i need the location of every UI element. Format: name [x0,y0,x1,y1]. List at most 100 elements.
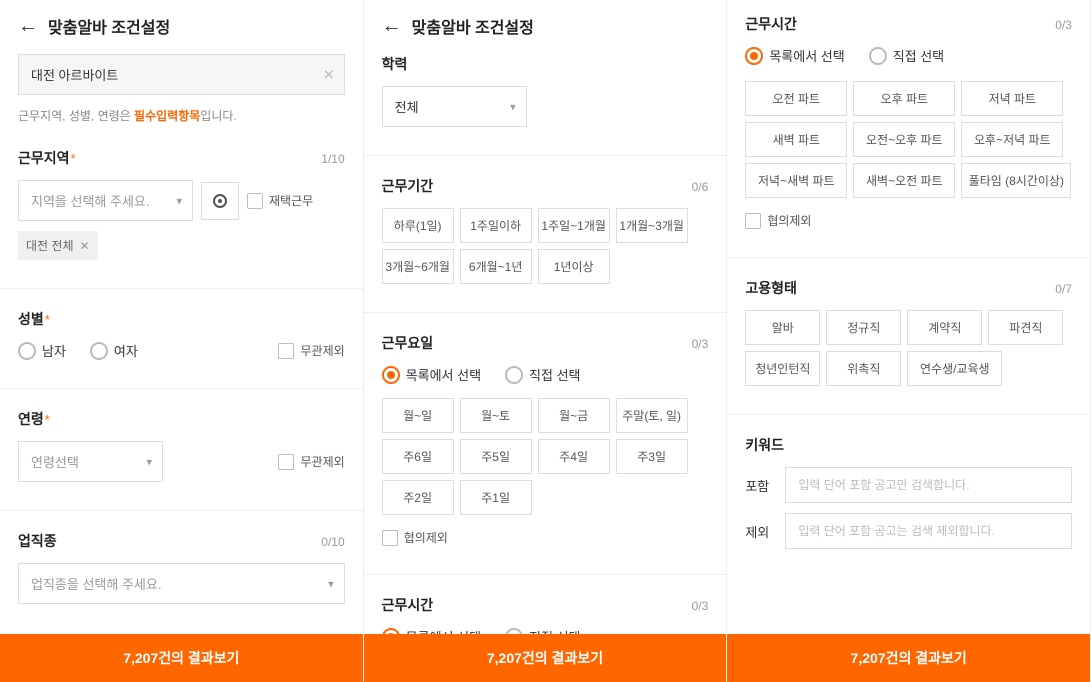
note-suffix: 입니다. [200,109,236,123]
location-button[interactable] [201,182,239,220]
remote-checkbox[interactable]: 재택근무 [247,192,313,209]
period-title: 근무기간 [382,176,434,196]
hour-chip[interactable]: 새벽~오전 파트 [853,163,955,198]
days-title: 근무요일 [382,333,434,353]
education-select[interactable]: 전체 [382,86,527,127]
divider [364,574,727,575]
hour-chip[interactable]: 저녁 파트 [961,81,1063,116]
hour-chip[interactable]: 저녁~새벽 파트 [745,163,847,198]
day-chip[interactable]: 주1일 [460,480,532,515]
required-note: 근무지역, 성별, 연령은 필수입력항목입니다. [18,107,345,124]
submit-button[interactable]: 7,207건의 결과보기 [0,634,363,682]
gender-male-radio[interactable]: 남자 [18,341,66,360]
search-input[interactable] [18,54,345,95]
radio-icon [18,342,36,360]
search-box: ✕ [18,54,345,95]
day-chip[interactable]: 월~토 [460,398,532,433]
day-chip[interactable]: 주6일 [382,439,454,474]
day-chip[interactable]: 월~금 [538,398,610,433]
section-region: 근무지역* 1/10 지역을 선택해 주세요. 재택근무 대전 전체 ✕ [18,148,345,260]
employment-chip[interactable]: 계약직 [907,310,982,345]
hours-counter: 0/3 [1055,18,1072,32]
day-chip[interactable]: 주4일 [538,439,610,474]
scroll-area[interactable]: 근무시간 0/3 목록에서 선택 직접 선택 오전 파트 오후 파트 저녁 파트… [727,0,1090,682]
employment-chip[interactable]: 위촉직 [826,351,901,386]
period-chip[interactable]: 1년이상 [538,249,610,284]
back-arrow-icon[interactable]: ← [382,15,402,38]
submit-button[interactable]: 7,207건의 결과보기 [727,634,1090,682]
tag-remove-icon[interactable]: ✕ [80,239,90,253]
checkbox-icon [745,213,761,229]
gender-female-radio[interactable]: 여자 [90,341,138,360]
hours-mode-direct-radio[interactable]: 직접 선택 [869,46,944,65]
required-star: * [45,312,50,327]
keyword-exclude-input[interactable] [785,513,1072,549]
hour-chip[interactable]: 오후 파트 [853,81,955,116]
region-title: 근무지역 [18,150,70,166]
hour-chip[interactable]: 오전 파트 [745,81,847,116]
page-title: 맞춤알바 조건설정 [48,14,170,38]
days-mode-list-radio[interactable]: 목록에서 선택 [382,365,481,384]
jobtype-select[interactable]: 업직종을 선택해 주세요. [18,563,345,604]
days-counter: 0/3 [692,337,709,351]
day-chip[interactable]: 주5일 [460,439,532,474]
employment-chip[interactable]: 알바 [745,310,820,345]
days-mode-direct-radio[interactable]: 직접 선택 [505,365,580,384]
male-label: 남자 [42,341,66,360]
required-star: * [71,151,76,166]
period-chip[interactable]: 1개월~3개월 [616,208,688,243]
hour-chip[interactable]: 오전~오후 파트 [853,122,955,157]
region-tag: 대전 전체 ✕ [18,231,98,260]
hour-chip[interactable]: 새벽 파트 [745,122,847,157]
mode-direct-label: 직접 선택 [529,365,580,384]
day-chip[interactable]: 월~일 [382,398,454,433]
hours-mode-list-radio[interactable]: 목록에서 선택 [745,46,844,65]
jobtype-title: 업직종 [18,531,57,551]
employment-chip[interactable]: 파견직 [988,310,1063,345]
divider [0,510,363,511]
education-title: 학력 [382,54,408,74]
period-chip[interactable]: 1주일이하 [460,208,532,243]
age-any-checkbox[interactable]: 무관제외 [278,453,344,470]
section-hours: 근무시간 0/3 목록에서 선택 직접 선택 오전 파트 오후 파트 저녁 파트… [745,14,1072,229]
hour-chip[interactable]: 풀타임 (8시간이상) [961,163,1071,198]
day-chip[interactable]: 주3일 [616,439,688,474]
keyword-include-input[interactable] [785,467,1072,503]
submit-button[interactable]: 7,207건의 결과보기 [364,634,727,682]
checkbox-icon [247,193,263,209]
checkbox-icon [278,454,294,470]
clear-icon[interactable]: ✕ [323,66,335,83]
age-select[interactable]: 연령선택 [18,441,163,482]
day-chip[interactable]: 주2일 [382,480,454,515]
radio-icon [505,366,523,384]
note-required: 필수입력항목 [134,109,200,123]
section-days: 근무요일 0/3 목록에서 선택 직접 선택 월~일 월~토 월~금 주말(토,… [382,333,709,546]
period-chip[interactable]: 3개월~6개월 [382,249,454,284]
employment-chip[interactable]: 청년인턴직 [745,351,820,386]
employment-chip[interactable]: 정규직 [826,310,901,345]
hours-title: 근무시간 [382,595,434,615]
hours-counter: 0/3 [692,599,709,613]
remote-label: 재택근무 [269,192,313,209]
mode-direct-label: 직접 선택 [893,46,944,65]
period-chip[interactable]: 6개월~1년 [460,249,532,284]
gender-any-checkbox[interactable]: 무관제외 [278,342,344,359]
employment-counter: 0/7 [1055,282,1072,296]
gender-any-label: 무관제외 [300,342,344,359]
mode-list-label: 목록에서 선택 [406,365,481,384]
period-chip[interactable]: 1주일~1개월 [538,208,610,243]
tag-text: 대전 전체 [26,237,74,254]
employment-chip[interactable]: 연수생/교육생 [907,351,1002,386]
scroll-area[interactable]: ← 맞춤알바 조건설정 ✕ 근무지역, 성별, 연령은 필수입력항목입니다. 근… [0,0,363,682]
scroll-area[interactable]: ← 맞춤알바 조건설정 학력 전체 근무기간 0/6 하루(1일) 1주일이하 … [364,0,727,682]
gender-title: 성별 [18,311,44,327]
days-exclude-checkbox[interactable]: 협의제외 [382,529,709,546]
radio-icon [90,342,108,360]
section-period: 근무기간 0/6 하루(1일) 1주일이하 1주일~1개월 1개월~3개월 3개… [382,176,709,284]
region-select[interactable]: 지역을 선택해 주세요. [18,180,193,221]
hour-chip[interactable]: 오후~저녁 파트 [961,122,1063,157]
hours-exclude-checkbox[interactable]: 협의제외 [745,212,1072,229]
period-chip[interactable]: 하루(1일) [382,208,454,243]
day-chip[interactable]: 주말(토, 일) [616,398,688,433]
back-arrow-icon[interactable]: ← [18,15,38,38]
